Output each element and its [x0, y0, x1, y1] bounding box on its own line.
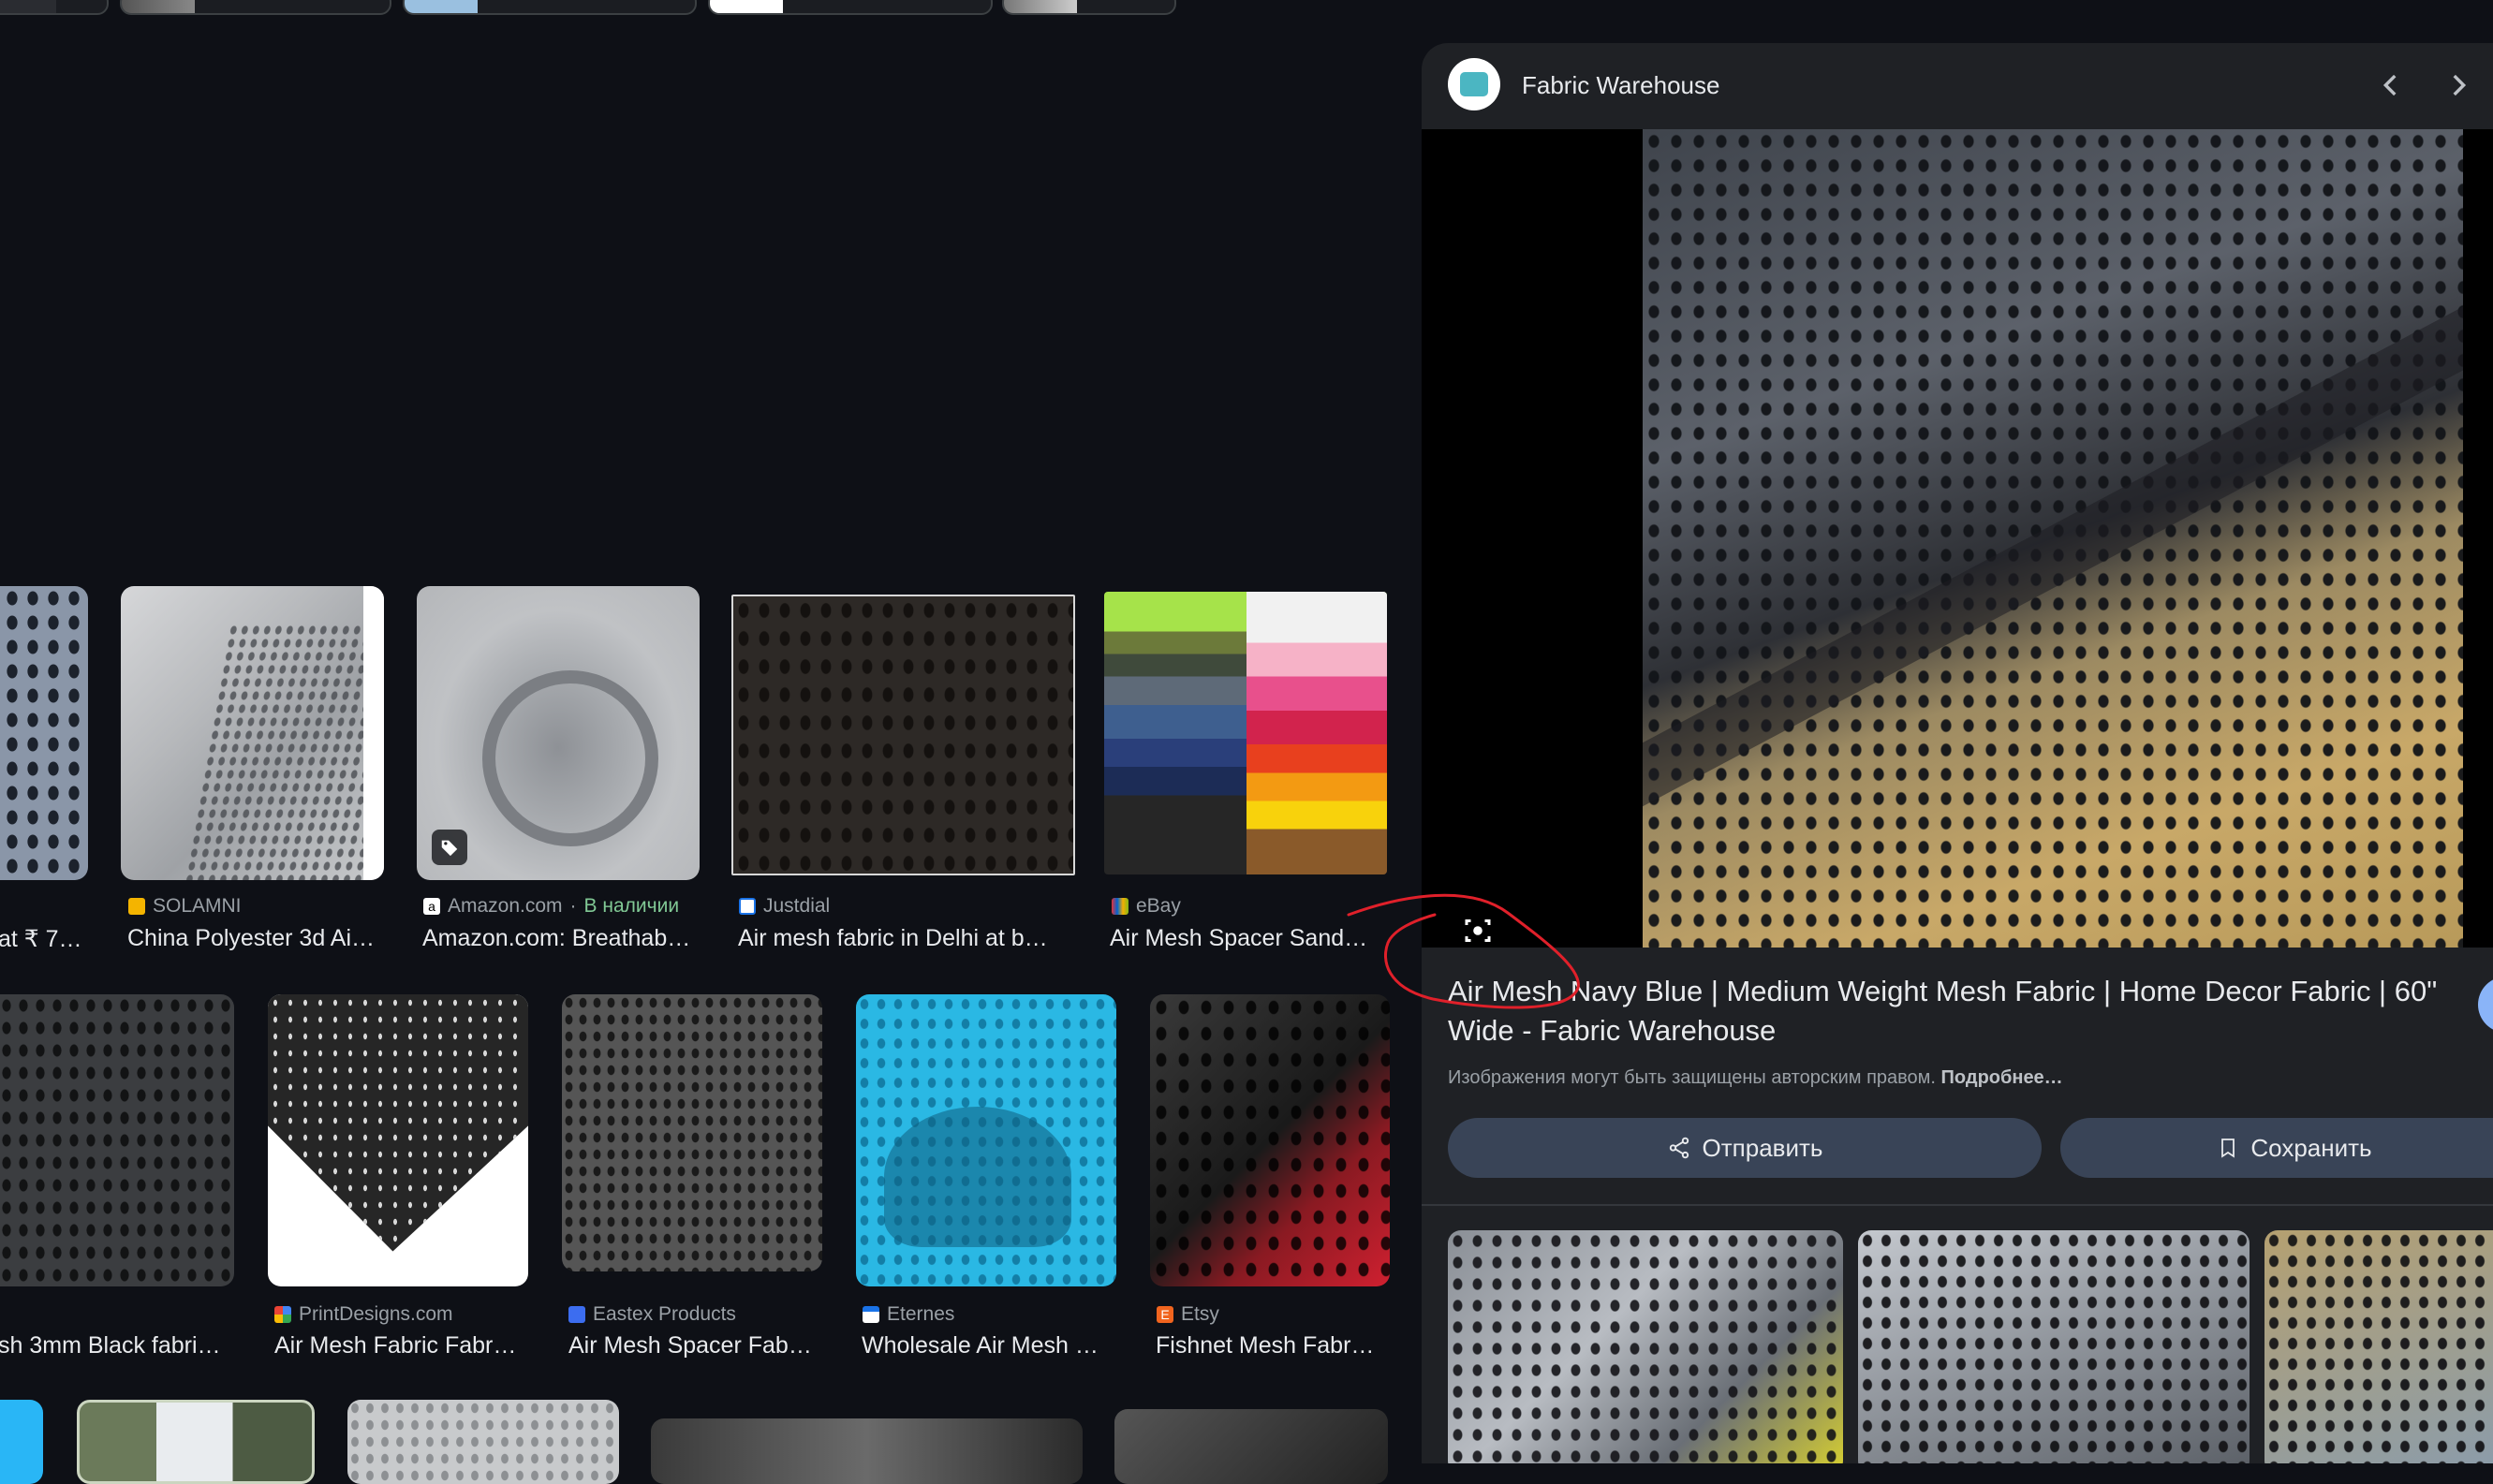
related-image[interactable] — [1448, 1230, 1843, 1463]
site-favicon — [863, 1306, 879, 1323]
image-preview-panel: Fabric Warehouse Air Mesh Navy Blue | Me… — [1422, 43, 2493, 1463]
filter-chip[interactable] — [120, 0, 391, 15]
filter-chip[interactable] — [0, 0, 109, 15]
more-link[interactable]: Подробнее… — [1941, 1067, 2063, 1088]
result-source[interactable]: PrintDesigns.com — [274, 1303, 453, 1326]
result-image[interactable] — [0, 586, 88, 880]
bookmark-icon — [2221, 1139, 2235, 1158]
result-image[interactable] — [1104, 592, 1387, 874]
result-source[interactable]: a Amazon.com · В наличии — [423, 895, 679, 918]
site-favicon — [128, 898, 145, 915]
site-favicon: E — [1157, 1306, 1173, 1323]
result-image[interactable] — [1150, 994, 1390, 1286]
result-title[interactable]: Amazon.com: Breathab… — [422, 925, 700, 952]
site-favicon — [568, 1306, 585, 1323]
result-title[interactable]: Fishnet Mesh Fabr… — [1156, 1332, 1390, 1359]
in-stock-label: В наличии — [583, 895, 680, 917]
result-title[interactable]: sh 3mm Black fabri… — [0, 1332, 223, 1359]
tag-icon — [432, 830, 467, 865]
share-button[interactable]: Отправить — [1448, 1118, 2042, 1178]
result-image[interactable] — [417, 586, 700, 880]
copyright-notice: Изображения могут быть защищены авторски… — [1448, 1067, 2063, 1088]
result-image[interactable] — [121, 586, 384, 880]
result-image[interactable] — [856, 994, 1116, 1286]
filter-chip[interactable] — [1002, 0, 1176, 15]
site-favicon — [1112, 898, 1128, 915]
result-title[interactable]: China Polyester 3d Ai… — [127, 925, 386, 952]
filter-chip[interactable] — [403, 0, 697, 15]
result-source[interactable]: Justdial — [739, 895, 830, 918]
result-source[interactable]: eBay — [1112, 895, 1181, 918]
result-image[interactable] — [0, 1400, 43, 1484]
result-title[interactable]: Air Mesh Spacer Fab… — [568, 1332, 821, 1359]
result-image[interactable] — [347, 1400, 619, 1484]
chevron-left-icon[interactable] — [2375, 69, 2407, 101]
preview-image-area — [1422, 129, 2493, 948]
site-logo-icon — [1460, 72, 1488, 96]
result-title[interactable]: at ₹ 7… — [0, 925, 82, 953]
result-source[interactable]: SOLAMNI — [128, 895, 242, 918]
result-image[interactable] — [562, 994, 822, 1271]
result-image[interactable] — [268, 994, 528, 1286]
result-title[interactable]: Air Mesh Fabric Fabr… — [274, 1332, 527, 1359]
result-image[interactable] — [731, 595, 1075, 875]
save-button[interactable]: Сохранить — [2060, 1118, 2493, 1178]
result-source[interactable]: E Etsy — [1157, 1303, 1219, 1326]
chevron-right-icon[interactable] — [2442, 69, 2474, 101]
divider — [1422, 1204, 2493, 1206]
result-image[interactable] — [1114, 1409, 1388, 1484]
related-image[interactable] — [2264, 1230, 2493, 1463]
site-favicon: a — [423, 898, 440, 915]
result-title[interactable]: Wholesale Air Mesh … — [862, 1332, 1107, 1359]
result-image[interactable] — [651, 1418, 1083, 1484]
result-source[interactable]: Eastex Products — [568, 1303, 736, 1326]
preview-image[interactable] — [1643, 129, 2463, 948]
site-favicon — [274, 1306, 291, 1323]
share-icon — [1669, 1137, 1689, 1159]
annotation-circle — [1347, 893, 1580, 1009]
result-image[interactable] — [0, 994, 234, 1286]
result-source[interactable]: Eternes — [863, 1303, 954, 1326]
site-name[interactable]: Fabric Warehouse — [1522, 71, 1719, 100]
result-title[interactable]: Air mesh fabric in Delhi at b… — [738, 925, 1056, 952]
site-favicon — [739, 898, 756, 915]
site-avatar[interactable] — [1448, 58, 1500, 110]
related-image[interactable] — [1858, 1230, 2250, 1463]
filter-chip[interactable] — [708, 0, 993, 15]
result-image[interactable] — [77, 1400, 315, 1484]
